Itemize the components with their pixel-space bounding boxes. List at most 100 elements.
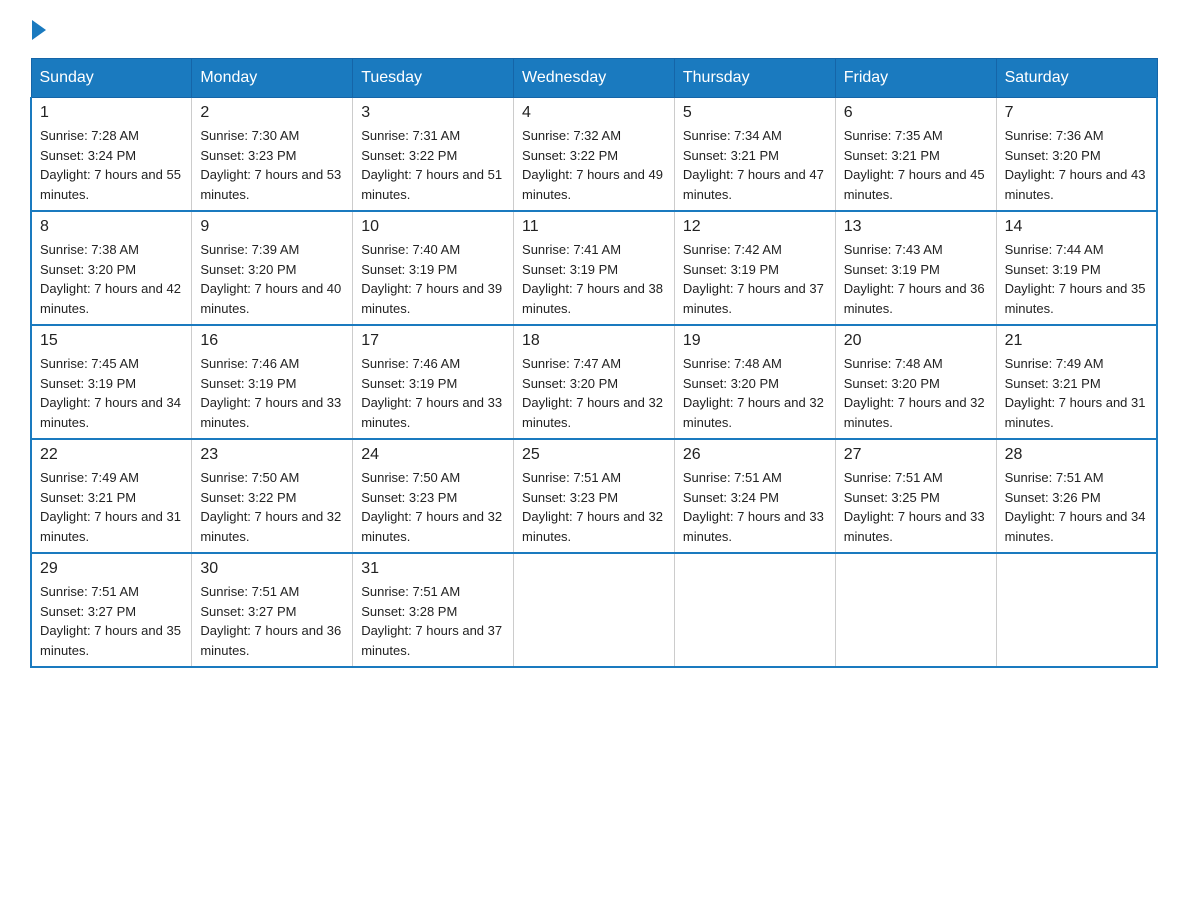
calendar-cell: 20 Sunrise: 7:48 AMSunset: 3:20 PMDaylig… xyxy=(835,325,996,439)
day-number: 2 xyxy=(200,104,344,122)
day-number: 6 xyxy=(844,104,988,122)
calendar-cell: 14 Sunrise: 7:44 AMSunset: 3:19 PMDaylig… xyxy=(996,211,1157,325)
calendar-cell xyxy=(996,553,1157,667)
day-info: Sunrise: 7:42 AMSunset: 3:19 PMDaylight:… xyxy=(683,242,824,316)
day-number: 19 xyxy=(683,332,827,350)
day-number: 29 xyxy=(40,560,183,578)
header-wednesday: Wednesday xyxy=(514,59,675,98)
header-row: SundayMondayTuesdayWednesdayThursdayFrid… xyxy=(31,59,1157,98)
day-number: 23 xyxy=(200,446,344,464)
day-number: 24 xyxy=(361,446,505,464)
calendar-cell: 9 Sunrise: 7:39 AMSunset: 3:20 PMDayligh… xyxy=(192,211,353,325)
day-number: 13 xyxy=(844,218,988,236)
calendar-table: SundayMondayTuesdayWednesdayThursdayFrid… xyxy=(30,58,1158,668)
day-number: 9 xyxy=(200,218,344,236)
calendar-cell: 23 Sunrise: 7:50 AMSunset: 3:22 PMDaylig… xyxy=(192,439,353,553)
day-info: Sunrise: 7:51 AMSunset: 3:27 PMDaylight:… xyxy=(200,584,341,658)
day-info: Sunrise: 7:49 AMSunset: 3:21 PMDaylight:… xyxy=(40,470,181,544)
day-info: Sunrise: 7:51 AMSunset: 3:24 PMDaylight:… xyxy=(683,470,824,544)
day-info: Sunrise: 7:38 AMSunset: 3:20 PMDaylight:… xyxy=(40,242,181,316)
calendar-cell: 29 Sunrise: 7:51 AMSunset: 3:27 PMDaylig… xyxy=(31,553,192,667)
calendar-cell: 22 Sunrise: 7:49 AMSunset: 3:21 PMDaylig… xyxy=(31,439,192,553)
header-friday: Friday xyxy=(835,59,996,98)
day-number: 18 xyxy=(522,332,666,350)
day-info: Sunrise: 7:50 AMSunset: 3:22 PMDaylight:… xyxy=(200,470,341,544)
calendar-cell: 31 Sunrise: 7:51 AMSunset: 3:28 PMDaylig… xyxy=(353,553,514,667)
day-info: Sunrise: 7:45 AMSunset: 3:19 PMDaylight:… xyxy=(40,356,181,430)
calendar-cell: 21 Sunrise: 7:49 AMSunset: 3:21 PMDaylig… xyxy=(996,325,1157,439)
day-info: Sunrise: 7:40 AMSunset: 3:19 PMDaylight:… xyxy=(361,242,502,316)
calendar-cell: 19 Sunrise: 7:48 AMSunset: 3:20 PMDaylig… xyxy=(674,325,835,439)
day-info: Sunrise: 7:30 AMSunset: 3:23 PMDaylight:… xyxy=(200,128,341,202)
calendar-cell: 1 Sunrise: 7:28 AMSunset: 3:24 PMDayligh… xyxy=(31,98,192,212)
calendar-cell: 28 Sunrise: 7:51 AMSunset: 3:26 PMDaylig… xyxy=(996,439,1157,553)
calendar-cell: 3 Sunrise: 7:31 AMSunset: 3:22 PMDayligh… xyxy=(353,98,514,212)
day-info: Sunrise: 7:31 AMSunset: 3:22 PMDaylight:… xyxy=(361,128,502,202)
day-info: Sunrise: 7:44 AMSunset: 3:19 PMDaylight:… xyxy=(1005,242,1146,316)
calendar-week-row: 1 Sunrise: 7:28 AMSunset: 3:24 PMDayligh… xyxy=(31,98,1157,212)
calendar-cell: 7 Sunrise: 7:36 AMSunset: 3:20 PMDayligh… xyxy=(996,98,1157,212)
day-number: 21 xyxy=(1005,332,1148,350)
day-number: 14 xyxy=(1005,218,1148,236)
day-number: 31 xyxy=(361,560,505,578)
day-number: 27 xyxy=(844,446,988,464)
day-number: 22 xyxy=(40,446,183,464)
day-info: Sunrise: 7:28 AMSunset: 3:24 PMDaylight:… xyxy=(40,128,181,202)
calendar-cell: 11 Sunrise: 7:41 AMSunset: 3:19 PMDaylig… xyxy=(514,211,675,325)
header-sunday: Sunday xyxy=(31,59,192,98)
calendar-cell: 6 Sunrise: 7:35 AMSunset: 3:21 PMDayligh… xyxy=(835,98,996,212)
day-number: 11 xyxy=(522,218,666,236)
calendar-cell: 18 Sunrise: 7:47 AMSunset: 3:20 PMDaylig… xyxy=(514,325,675,439)
calendar-cell: 8 Sunrise: 7:38 AMSunset: 3:20 PMDayligh… xyxy=(31,211,192,325)
day-info: Sunrise: 7:49 AMSunset: 3:21 PMDaylight:… xyxy=(1005,356,1146,430)
day-number: 10 xyxy=(361,218,505,236)
day-number: 15 xyxy=(40,332,183,350)
day-number: 16 xyxy=(200,332,344,350)
day-info: Sunrise: 7:46 AMSunset: 3:19 PMDaylight:… xyxy=(361,356,502,430)
day-number: 7 xyxy=(1005,104,1148,122)
header-saturday: Saturday xyxy=(996,59,1157,98)
day-number: 17 xyxy=(361,332,505,350)
calendar-cell: 16 Sunrise: 7:46 AMSunset: 3:19 PMDaylig… xyxy=(192,325,353,439)
day-number: 20 xyxy=(844,332,988,350)
calendar-cell: 10 Sunrise: 7:40 AMSunset: 3:19 PMDaylig… xyxy=(353,211,514,325)
header-thursday: Thursday xyxy=(674,59,835,98)
calendar-cell xyxy=(835,553,996,667)
calendar-week-row: 29 Sunrise: 7:51 AMSunset: 3:27 PMDaylig… xyxy=(31,553,1157,667)
calendar-cell xyxy=(674,553,835,667)
day-number: 5 xyxy=(683,104,827,122)
day-info: Sunrise: 7:50 AMSunset: 3:23 PMDaylight:… xyxy=(361,470,502,544)
day-number: 1 xyxy=(40,104,183,122)
calendar-cell: 27 Sunrise: 7:51 AMSunset: 3:25 PMDaylig… xyxy=(835,439,996,553)
day-info: Sunrise: 7:47 AMSunset: 3:20 PMDaylight:… xyxy=(522,356,663,430)
calendar-cell: 2 Sunrise: 7:30 AMSunset: 3:23 PMDayligh… xyxy=(192,98,353,212)
calendar-week-row: 15 Sunrise: 7:45 AMSunset: 3:19 PMDaylig… xyxy=(31,325,1157,439)
day-info: Sunrise: 7:51 AMSunset: 3:23 PMDaylight:… xyxy=(522,470,663,544)
calendar-week-row: 22 Sunrise: 7:49 AMSunset: 3:21 PMDaylig… xyxy=(31,439,1157,553)
header-monday: Monday xyxy=(192,59,353,98)
calendar-cell: 26 Sunrise: 7:51 AMSunset: 3:24 PMDaylig… xyxy=(674,439,835,553)
day-number: 25 xyxy=(522,446,666,464)
calendar-cell: 15 Sunrise: 7:45 AMSunset: 3:19 PMDaylig… xyxy=(31,325,192,439)
calendar-cell xyxy=(514,553,675,667)
day-number: 3 xyxy=(361,104,505,122)
calendar-cell: 25 Sunrise: 7:51 AMSunset: 3:23 PMDaylig… xyxy=(514,439,675,553)
day-number: 12 xyxy=(683,218,827,236)
day-info: Sunrise: 7:39 AMSunset: 3:20 PMDaylight:… xyxy=(200,242,341,316)
day-info: Sunrise: 7:51 AMSunset: 3:27 PMDaylight:… xyxy=(40,584,181,658)
calendar-body: 1 Sunrise: 7:28 AMSunset: 3:24 PMDayligh… xyxy=(31,98,1157,668)
day-info: Sunrise: 7:43 AMSunset: 3:19 PMDaylight:… xyxy=(844,242,985,316)
calendar-cell: 12 Sunrise: 7:42 AMSunset: 3:19 PMDaylig… xyxy=(674,211,835,325)
day-number: 28 xyxy=(1005,446,1148,464)
day-number: 4 xyxy=(522,104,666,122)
day-info: Sunrise: 7:51 AMSunset: 3:26 PMDaylight:… xyxy=(1005,470,1146,544)
day-info: Sunrise: 7:51 AMSunset: 3:28 PMDaylight:… xyxy=(361,584,502,658)
calendar-cell: 24 Sunrise: 7:50 AMSunset: 3:23 PMDaylig… xyxy=(353,439,514,553)
header-tuesday: Tuesday xyxy=(353,59,514,98)
day-info: Sunrise: 7:46 AMSunset: 3:19 PMDaylight:… xyxy=(200,356,341,430)
logo-arrow-icon xyxy=(32,20,46,40)
calendar-cell: 4 Sunrise: 7:32 AMSunset: 3:22 PMDayligh… xyxy=(514,98,675,212)
day-info: Sunrise: 7:32 AMSunset: 3:22 PMDaylight:… xyxy=(522,128,663,202)
day-info: Sunrise: 7:48 AMSunset: 3:20 PMDaylight:… xyxy=(683,356,824,430)
day-number: 30 xyxy=(200,560,344,578)
